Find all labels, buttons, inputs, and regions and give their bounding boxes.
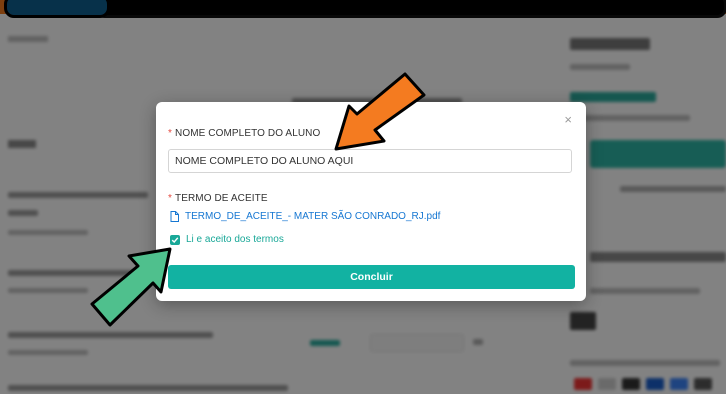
green-arrow-icon [90,247,172,327]
annotation-arrows [90,72,426,327]
orange-arrow-icon [334,72,426,151]
